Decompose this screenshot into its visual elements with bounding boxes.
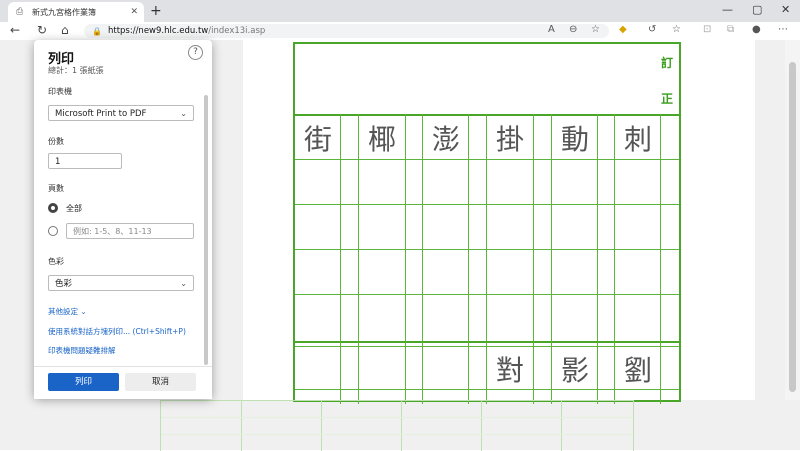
grid-line — [295, 294, 679, 295]
refresh-ext-icon[interactable]: ↺ — [648, 24, 656, 35]
refresh-icon[interactable]: ↻ — [37, 23, 47, 37]
preview-scroll-thumb[interactable] — [789, 62, 796, 392]
worksheet-char: 街 — [303, 123, 332, 156]
worksheet-char: 影 — [560, 354, 589, 387]
read-aloud-icon[interactable]: A — [548, 24, 555, 35]
copies-label: 份數 — [48, 137, 64, 146]
back-arrow-icon[interactable]: ← — [10, 23, 20, 37]
grid-line — [241, 401, 242, 451]
print-button[interactable]: 列印 — [48, 373, 119, 391]
grid-line — [295, 204, 679, 205]
pages-all-label: 全部 — [66, 204, 82, 213]
copies-input[interactable]: 1 — [48, 153, 122, 169]
grid-line — [295, 159, 679, 160]
url-field[interactable]: 🔒 https://new9.hlc.edu.tw/index13i.asp — [84, 24, 609, 38]
worksheet-header: 訂 正 — [295, 44, 679, 116]
dialog-footer: 列印 取消 — [34, 366, 212, 399]
favorite-star-icon[interactable]: ☆ — [591, 24, 600, 35]
grid-line — [295, 389, 679, 390]
grid-line — [161, 434, 633, 435]
printer-select[interactable]: Microsoft Print to PDF ⌄ — [48, 105, 194, 121]
color-select[interactable]: 色彩 ⌄ — [48, 275, 194, 291]
minimize-button[interactable]: — — [722, 3, 733, 16]
close-window-button[interactable]: ✕ — [781, 3, 790, 16]
chevron-down-icon: ⌄ — [180, 279, 187, 288]
pages-all-radio[interactable] — [48, 203, 58, 213]
tab-title: 新式九宮格作業簿 — [32, 7, 96, 17]
cancel-button[interactable]: 取消 — [125, 373, 196, 391]
collections-icon[interactable]: ⊡ — [703, 24, 711, 35]
worksheet-char: 澎 — [431, 123, 460, 156]
grid-line — [401, 401, 402, 451]
color-label: 色彩 — [48, 257, 64, 266]
grid-line — [561, 401, 562, 451]
help-icon[interactable]: ? — [188, 45, 203, 60]
lock-icon: 🔒 — [92, 26, 102, 36]
sheet-count: 總計：1 張紙張 — [48, 66, 104, 75]
pages-label: 頁數 — [48, 184, 64, 193]
system-dialog-link[interactable]: 使用系統對話方塊列印... (Ctrl+Shift+P) — [48, 326, 186, 337]
grid-line — [295, 346, 679, 347]
grid-line — [405, 346, 406, 402]
profile-avatar-icon[interactable]: ● — [752, 24, 761, 35]
worksheet-char: 動 — [560, 123, 589, 156]
more-settings-link[interactable]: 其他設定 ⌄ — [48, 306, 87, 317]
page-favicon-icon: ⎙ — [16, 7, 24, 17]
share-icon[interactable]: ⧉ — [727, 24, 734, 35]
worksheet-char: 對 — [495, 354, 524, 387]
worksheet-char: 掛 — [495, 123, 524, 156]
grid-line — [295, 341, 679, 343]
grid-line — [340, 346, 341, 402]
grid-line — [321, 401, 322, 451]
url-host: https://new9.hlc.edu.tw — [107, 26, 209, 36]
color-value: 色彩 — [55, 279, 73, 289]
worksheet-grid: 訂 正 街 椰 澎 掛 動 刺 對 影 劉 — [293, 42, 681, 404]
zoom-icon[interactable]: ⊖ — [569, 24, 577, 35]
grid-line — [468, 346, 469, 402]
worksheet-char: 劉 — [623, 354, 652, 387]
correction-label-2: 正 — [660, 92, 673, 106]
favorites-icon[interactable]: ☆ — [672, 24, 681, 35]
browser-tab[interactable]: ⎙ 新式九宮格作業簿 ✕ — [8, 2, 144, 22]
tab-bar: ⎙ 新式九宮格作業簿 ✕ + — ▢ ✕ — [0, 0, 800, 22]
more-menu-icon[interactable]: ⋯ — [778, 24, 788, 35]
grid-line — [481, 401, 482, 451]
worksheet-char: 椰 — [367, 123, 396, 156]
underlying-page-grid — [160, 400, 634, 451]
close-tab-icon[interactable]: ✕ — [130, 7, 138, 17]
grid-line — [422, 346, 423, 402]
new-tab-button[interactable]: + — [150, 3, 162, 19]
pages-range-radio[interactable] — [48, 226, 58, 236]
extension-icon[interactable]: ◆ — [619, 24, 627, 35]
printer-value: Microsoft Print to PDF — [55, 109, 147, 119]
grid-line — [295, 249, 679, 250]
chevron-down-icon: ⌄ — [180, 109, 187, 118]
printer-troubleshoot-link[interactable]: 印表機問題疑難排解 — [48, 345, 116, 356]
pages-range-input[interactable]: 例如: 1-5、8、11-13 — [66, 223, 194, 239]
url-path: /index13i.asp — [208, 26, 266, 36]
home-icon[interactable]: ⌂ — [61, 23, 69, 37]
grid-line — [358, 346, 359, 402]
dialog-scrollbar[interactable] — [204, 95, 208, 365]
worksheet-char: 刺 — [623, 123, 652, 156]
maximize-button[interactable]: ▢ — [752, 3, 762, 16]
preview-scrollbar[interactable] — [785, 40, 800, 400]
address-bar: ← ↻ ⌂ 🔒 https://new9.hlc.edu.tw/index13i… — [0, 22, 800, 41]
grid-line — [161, 417, 633, 418]
printer-label: 印表機 — [48, 87, 72, 96]
correction-label-1: 訂 — [660, 56, 673, 70]
print-dialog: 列印 總計：1 張紙張 ? 印表機 Microsoft Print to PDF… — [34, 40, 212, 399]
